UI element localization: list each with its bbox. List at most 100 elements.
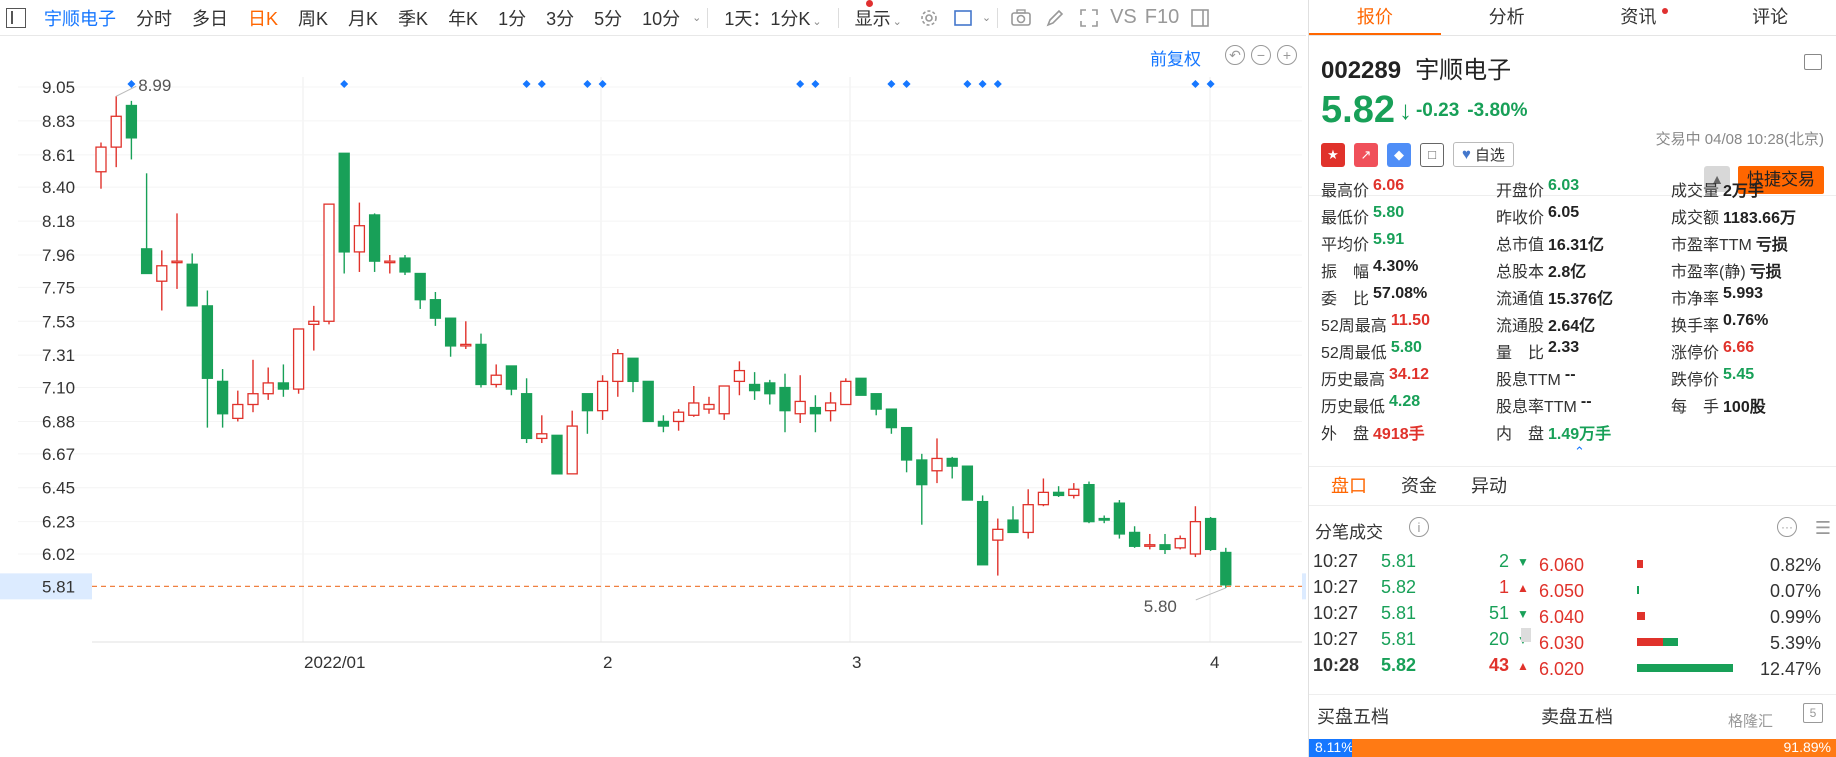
period-3min[interactable]: 3分 <box>536 5 584 31</box>
zoom-out-icon[interactable]: − <box>1251 45 1271 65</box>
period-5min[interactable]: 5分 <box>584 5 632 31</box>
arrow-down-icon: ↓ <box>1398 95 1412 125</box>
stat-cell: 股息TTM -- <box>1496 366 1671 393</box>
current-price-tag-right <box>1302 573 1306 600</box>
tab-capital[interactable]: 资金 <box>1389 467 1459 505</box>
stat-value: 0.76% <box>1723 312 1769 329</box>
add-watchlist-button[interactable]: ♥ 自选 <box>1453 142 1514 167</box>
settings-gear-icon[interactable] <box>916 5 942 31</box>
f10-button[interactable]: F10 <box>1141 6 1183 29</box>
candle-body <box>1098 517 1110 521</box>
stat-label: 振 幅 <box>1321 264 1370 281</box>
stat-label: 量 比 <box>1496 345 1545 362</box>
tab-comments[interactable]: 评论 <box>1704 0 1836 35</box>
period-10min[interactable]: 10分 <box>632 5 690 31</box>
panel-toggle-icon[interactable] <box>1187 5 1213 31</box>
candle-body <box>399 257 411 273</box>
tab-news[interactable]: 资讯 <box>1573 0 1705 35</box>
adjust-mode-button[interactable]: 前复权 <box>1150 45 1201 70</box>
candle-body <box>900 426 913 461</box>
kline-chart[interactable]: 9.059.058.838.838.618.618.408.408.188.18… <box>0 37 1306 757</box>
period-quarterly-k[interactable]: 季K <box>388 5 438 31</box>
level-count-icon[interactable]: 5 <box>1803 703 1823 723</box>
candle-body <box>1022 504 1034 534</box>
trend-icon[interactable]: ↗ <box>1354 142 1378 167</box>
candle-body <box>1037 491 1050 506</box>
current-price-label-left: 5.81 <box>42 577 75 596</box>
stock-name-tab[interactable]: 宇顺电子 <box>34 5 126 31</box>
stats-row: 振 幅 4.30% 总股本 2.8亿 市盈率(静) 亏损 <box>1321 258 1831 285</box>
stat-value: 100股 <box>1723 399 1766 416</box>
menu-icon[interactable]: ☰ <box>1815 518 1831 539</box>
quote-stats: 最高价 6.06 开盘价 6.03 成交量 2万手 最低价 5.80 昨收价 6.05 成交额 118… <box>1321 177 1831 447</box>
candle-body <box>308 320 320 326</box>
stat-cell: 量 比 2.33 <box>1496 339 1671 366</box>
candle-body <box>460 343 472 347</box>
stat-label: 跌停价 <box>1671 372 1720 389</box>
arrow-down-icon: ▼ <box>1517 555 1529 569</box>
interval-select[interactable]: 1天：1分K ⌄ <box>714 5 831 31</box>
tab-quote[interactable]: 报价 <box>1309 0 1441 35</box>
tab-anomaly[interactable]: 异动 <box>1459 467 1529 505</box>
candle-body <box>1083 483 1095 523</box>
stat-cell: 最低价 5.80 <box>1321 204 1496 231</box>
collapse-chevron-icon[interactable]: ⌃ <box>1574 444 1585 460</box>
stats-row: 平均价 5.91 总市值 16.31亿 市盈率TTM 亏损 <box>1321 231 1831 258</box>
distribution-bar-buy <box>1637 664 1733 672</box>
candle-body <box>688 402 700 416</box>
more-icon[interactable]: ··· <box>1777 517 1797 537</box>
period-yearly-k[interactable]: 年K <box>438 5 488 31</box>
display-select[interactable]: 显示 ⌄ <box>845 5 912 31</box>
stat-label: 成交量 <box>1671 183 1720 200</box>
tab-analysis[interactable]: 分析 <box>1441 0 1573 35</box>
stat-value: 2万手 <box>1723 183 1764 200</box>
tick-time: 10:28 <box>1313 655 1360 675</box>
candle-body <box>976 500 989 566</box>
stat-value: 11.50 <box>1390 312 1430 329</box>
undo-icon[interactable]: ↶ <box>1225 45 1245 65</box>
chevron-down-icon[interactable]: ⌄ <box>982 11 991 24</box>
period-multiday[interactable]: 多日 <box>182 5 238 31</box>
stat-value: 6.66 <box>1723 339 1755 356</box>
price-change: -0.23 <box>1415 99 1460 121</box>
sidebar-toggle-icon[interactable] <box>6 7 26 28</box>
period-more-chevron-icon[interactable]: ⌄ <box>692 11 701 24</box>
candle-body <box>384 260 396 264</box>
candle-body <box>110 115 122 148</box>
info-icon[interactable]: i <box>1409 517 1429 537</box>
vs-compare-button[interactable]: VS <box>1106 6 1141 29</box>
stat-label: 股息TTM <box>1496 372 1561 389</box>
ticks-title: 分笔成交 <box>1315 523 1383 542</box>
heart-icon: ♥ <box>1462 146 1471 163</box>
stat-label: 流通股 <box>1496 318 1545 335</box>
period-1min[interactable]: 1分 <box>488 5 536 31</box>
kline-canvas[interactable]: 9.059.058.838.838.618.618.408.408.188.18… <box>0 37 1306 757</box>
bookmark-icon[interactable]: □ <box>1420 142 1444 167</box>
china-flag-icon[interactable]: ★ <box>1321 142 1345 167</box>
tick-price: 5.82 <box>1381 655 1417 675</box>
period-monthly-k[interactable]: 月K <box>338 5 388 31</box>
period-weekly-k[interactable]: 周K <box>288 5 338 31</box>
stat-label: 平均价 <box>1321 237 1370 254</box>
pencil-icon[interactable] <box>1042 5 1068 31</box>
candle-body <box>916 459 928 486</box>
tag-icon[interactable]: ◆ <box>1387 142 1411 167</box>
zoom-in-icon[interactable]: + <box>1277 45 1297 65</box>
stat-cell: 振 幅 4.30% <box>1321 258 1496 285</box>
y-tick-left: 7.75 <box>42 278 75 297</box>
tab-orderbook[interactable]: 盘口 <box>1319 467 1389 505</box>
list-icon[interactable] <box>1804 54 1822 70</box>
period-fenshi[interactable]: 分时 <box>126 5 182 31</box>
camera-icon[interactable] <box>1008 5 1034 31</box>
draw-rectangle-icon[interactable] <box>950 5 976 31</box>
stat-cell: 成交额 1183.66万 <box>1671 204 1831 231</box>
quote-panel: 报价 分析 资讯 评论 002289 宇顺电子 5.82 ↓ -0.23 -3.… <box>1308 0 1836 757</box>
stat-label: 52周最低 <box>1321 345 1387 362</box>
fullscreen-icon[interactable] <box>1076 5 1102 31</box>
distribution-bar-sell <box>1637 612 1645 620</box>
stat-label: 历史最低 <box>1321 399 1386 416</box>
y-tick-left: 8.18 <box>42 212 75 231</box>
period-daily-k[interactable]: 日K <box>238 5 288 31</box>
toolbar-divider <box>997 7 999 28</box>
ticks-scrollbar[interactable] <box>1521 628 1531 642</box>
